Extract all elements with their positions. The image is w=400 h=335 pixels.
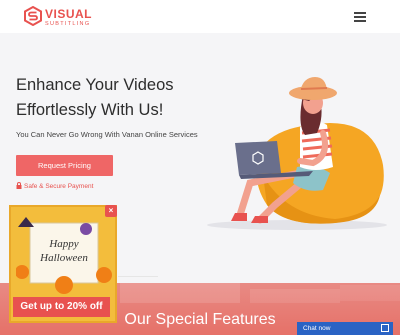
brand-name: VISUAL — [45, 7, 93, 21]
hamburger-menu-icon[interactable] — [354, 10, 368, 22]
hero-headline-line2: Effortlessly With Us! — [16, 101, 164, 119]
divider — [118, 276, 158, 277]
request-pricing-button[interactable]: Request Pricing — [16, 155, 113, 176]
close-icon[interactable]: × — [105, 205, 117, 217]
lock-icon — [16, 181, 22, 189]
halloween-card-image: Happy Halloween — [16, 217, 112, 294]
card-line2: Halloween — [39, 252, 88, 264]
card-line1: Happy — [48, 238, 78, 250]
secure-payment-note: Safe & Secure Payment — [16, 181, 94, 190]
brand-tagline: SUBTITLING — [45, 21, 91, 27]
hero-subtext: You Can Never Go Wrong With Vanan Online… — [16, 130, 198, 139]
get-discount-button[interactable]: Get up to 20% off — [13, 297, 110, 317]
logo-mark-icon — [24, 6, 42, 26]
chat-now-label: Chat now — [303, 325, 331, 332]
chat-now-widget[interactable]: Chat now — [297, 322, 393, 335]
site-header: VISUAL SUBTITLING — [0, 0, 400, 34]
chat-window-icon — [381, 324, 389, 332]
hero-illustration — [207, 77, 387, 230]
secure-payment-label: Safe & Secure Payment — [24, 183, 94, 190]
hero-headline: Enhance Your Videos Effortlessly With Us… — [16, 73, 236, 123]
hero-headline-line1: Enhance Your Videos — [16, 76, 174, 94]
brand-logo[interactable]: VISUAL SUBTITLING — [23, 6, 93, 30]
